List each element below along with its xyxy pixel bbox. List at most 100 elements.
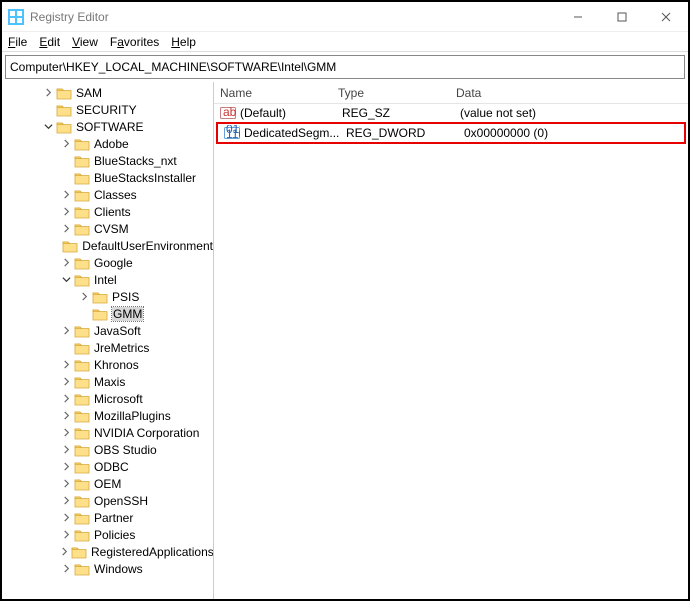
folder-icon xyxy=(74,205,90,219)
expand-icon[interactable] xyxy=(60,461,72,473)
folder-icon xyxy=(74,426,90,440)
titlebar[interactable]: Registry Editor xyxy=(2,2,688,32)
expand-icon[interactable] xyxy=(60,410,72,422)
col-header-name[interactable]: Name xyxy=(220,86,338,100)
address-bar[interactable]: Computer\HKEY_LOCAL_MACHINE\SOFTWARE\Int… xyxy=(5,55,685,79)
folder-icon xyxy=(56,86,72,100)
folder-icon xyxy=(74,324,90,338)
tree-node[interactable]: JreMetrics xyxy=(6,339,213,356)
folder-icon xyxy=(92,307,108,321)
folder-icon xyxy=(74,358,90,372)
expand-icon[interactable] xyxy=(60,478,72,490)
tree-node[interactable]: Policies xyxy=(6,526,213,543)
tree-panel[interactable]: SAM SECURITY SOFTWARE Adobe BlueStacks_n… xyxy=(2,82,214,599)
expand-icon[interactable] xyxy=(60,189,72,201)
tree-node-software[interactable]: SOFTWARE xyxy=(6,118,213,135)
menu-favorites[interactable]: Favorites xyxy=(110,35,159,49)
tree-node-security[interactable]: SECURITY xyxy=(6,101,213,118)
window-title: Registry Editor xyxy=(30,10,556,24)
col-header-type[interactable]: Type xyxy=(338,86,456,100)
folder-icon xyxy=(56,120,72,134)
menubar: File Edit View Favorites Help xyxy=(2,32,688,52)
tree-node[interactable]: Windows xyxy=(6,560,213,577)
tree-node[interactable]: JavaSoft xyxy=(6,322,213,339)
folder-icon xyxy=(74,392,90,406)
expand-icon[interactable] xyxy=(60,257,72,269)
expand-icon[interactable] xyxy=(60,529,72,541)
expand-icon[interactable] xyxy=(60,444,72,456)
tree-node[interactable]: Adobe xyxy=(6,135,213,152)
tree-node[interactable]: OBS Studio xyxy=(6,441,213,458)
tree-node[interactable]: Classes xyxy=(6,186,213,203)
value-type: REG_SZ xyxy=(342,106,460,120)
dword-value-icon xyxy=(224,125,240,141)
expand-icon[interactable] xyxy=(60,427,72,439)
tree-node[interactable]: ODBC xyxy=(6,458,213,475)
collapse-icon[interactable] xyxy=(60,274,72,286)
tree-node[interactable]: PSIS xyxy=(6,288,213,305)
tree-node[interactable]: OpenSSH xyxy=(6,492,213,509)
tree-node[interactable]: BlueStacksInstaller xyxy=(6,169,213,186)
folder-icon xyxy=(62,239,78,253)
tree-node[interactable]: MozillaPlugins xyxy=(6,407,213,424)
value-type: REG_DWORD xyxy=(346,126,464,140)
tree-node[interactable]: OEM xyxy=(6,475,213,492)
tree-node[interactable]: Clients xyxy=(6,203,213,220)
menu-help[interactable]: Help xyxy=(171,35,196,49)
tree-node[interactable]: Microsoft xyxy=(6,390,213,407)
app-icon xyxy=(8,9,24,25)
tree-node[interactable]: CVSM xyxy=(6,220,213,237)
expand-icon[interactable] xyxy=(60,512,72,524)
tree-node-gmm[interactable]: GMM xyxy=(6,305,213,322)
expand-icon[interactable] xyxy=(78,291,90,303)
col-header-data[interactable]: Data xyxy=(456,86,688,100)
expand-icon[interactable] xyxy=(60,206,72,218)
expand-icon[interactable] xyxy=(60,393,72,405)
tree-node[interactable]: Maxis xyxy=(6,373,213,390)
expand-icon[interactable] xyxy=(60,546,69,558)
folder-icon xyxy=(74,460,90,474)
tree-node[interactable]: RegisteredApplications xyxy=(6,543,213,560)
expand-icon[interactable] xyxy=(60,223,72,235)
tree-node-intel[interactable]: Intel xyxy=(6,271,213,288)
folder-icon xyxy=(71,545,87,559)
expand-icon[interactable] xyxy=(60,376,72,388)
minimize-button[interactable] xyxy=(556,2,600,31)
folder-icon xyxy=(74,375,90,389)
menu-view[interactable]: View xyxy=(72,35,98,49)
tree-node-sam[interactable]: SAM xyxy=(6,84,213,101)
value-name: (Default) xyxy=(240,106,342,120)
expand-blank xyxy=(42,104,54,116)
close-button[interactable] xyxy=(644,2,688,31)
collapse-icon[interactable] xyxy=(42,121,54,133)
expand-icon[interactable] xyxy=(60,359,72,371)
tree-node[interactable]: BlueStacks_nxt xyxy=(6,152,213,169)
tree-node[interactable]: Google xyxy=(6,254,213,271)
values-panel[interactable]: Name Type Data (Default) REG_SZ (value n… xyxy=(214,82,688,599)
address-text: Computer\HKEY_LOCAL_MACHINE\SOFTWARE\Int… xyxy=(10,60,336,74)
folder-icon xyxy=(74,273,90,287)
tree-node[interactable]: Khronos xyxy=(6,356,213,373)
expand-icon[interactable] xyxy=(60,138,72,150)
value-data: 0x00000000 (0) xyxy=(464,126,684,140)
string-value-icon xyxy=(220,105,236,121)
expand-icon[interactable] xyxy=(60,495,72,507)
menu-edit[interactable]: Edit xyxy=(39,35,60,49)
value-row-default[interactable]: (Default) REG_SZ (value not set) xyxy=(214,104,688,122)
expand-icon[interactable] xyxy=(60,563,72,575)
folder-icon xyxy=(74,137,90,151)
menu-file[interactable]: File xyxy=(8,35,27,49)
folder-icon xyxy=(74,562,90,576)
expand-icon[interactable] xyxy=(60,325,72,337)
folder-icon xyxy=(74,171,90,185)
folder-icon xyxy=(74,511,90,525)
list-header: Name Type Data xyxy=(214,82,688,104)
folder-icon xyxy=(56,103,72,117)
value-row-dedicatedsegment[interactable]: DedicatedSegm... REG_DWORD 0x00000000 (0… xyxy=(218,124,684,142)
tree-node[interactable]: Partner xyxy=(6,509,213,526)
expand-icon[interactable] xyxy=(42,87,54,99)
folder-icon xyxy=(74,188,90,202)
maximize-button[interactable] xyxy=(600,2,644,31)
tree-node[interactable]: DefaultUserEnvironment xyxy=(6,237,213,254)
tree-node[interactable]: NVIDIA Corporation xyxy=(6,424,213,441)
